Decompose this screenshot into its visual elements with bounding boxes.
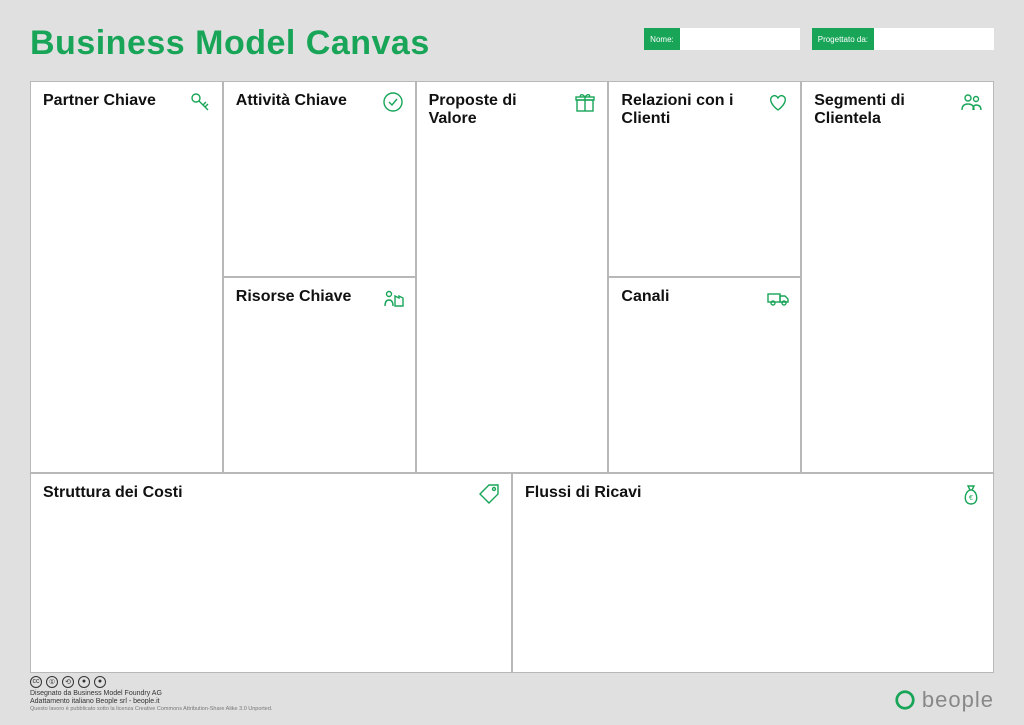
logo: beople: [894, 687, 994, 713]
truck-icon: [766, 286, 790, 310]
canvas-grid: Partner Chiave Attività Chiave Risorse C…: [30, 81, 994, 673]
cc-sa-badge: ⟲: [62, 676, 74, 688]
gift-icon: [573, 90, 597, 114]
block-title: Proposte di Valore: [429, 92, 554, 129]
cc-badge-5: ●: [94, 676, 106, 688]
block-title: Segmenti di Clientela: [814, 92, 939, 129]
block-cost-structure: Struttura dei Costi: [30, 473, 512, 673]
key-icon: [188, 90, 212, 114]
heart-icon: [766, 90, 790, 114]
factory-worker-icon: [381, 286, 405, 310]
meta-field-designedby: Progettato da:: [812, 28, 994, 50]
page-title: Business Model Canvas: [30, 24, 430, 63]
meta-designedby-label: Progettato da:: [812, 28, 874, 50]
cc-badge: cc: [30, 676, 42, 688]
meta-name-label: Nome:: [644, 28, 680, 50]
block-title: Struttura dei Costi: [43, 484, 385, 502]
block-key-partners: Partner Chiave: [30, 81, 223, 473]
meta-field-name: Nome:: [644, 28, 800, 50]
cc-badge-4: ●: [78, 676, 90, 688]
block-revenue-streams: Flussi di Ricavi €: [512, 473, 994, 673]
credit-line-2: Adattamento italiano Beople srl - beople…: [30, 698, 272, 706]
block-title: Canali: [621, 288, 746, 306]
money-bag-icon: €: [959, 482, 983, 506]
meta-designedby-input[interactable]: [874, 28, 994, 50]
cc-by-badge: ①: [46, 676, 58, 688]
block-customer-relationships: Relazioni con i Clienti: [608, 81, 801, 277]
check-circle-icon: [381, 90, 405, 114]
credit-line-3: Questo lavoro è pubblicato sotto la lice…: [30, 706, 272, 713]
credits-block: cc ① ⟲ ● ● Disegnato da Business Model F…: [30, 676, 272, 713]
credit-line-1: Disegnato da Business Model Foundry AG: [30, 690, 272, 698]
tag-icon: [477, 482, 501, 506]
cc-badges: cc ① ⟲ ● ●: [30, 676, 272, 688]
block-title: Attività Chiave: [236, 92, 361, 110]
block-channels: Canali: [608, 277, 801, 473]
footer: cc ① ⟲ ● ● Disegnato da Business Model F…: [0, 668, 1024, 725]
block-customer-segments: Segmenti di Clientela: [801, 81, 994, 473]
meta-name-input[interactable]: [680, 28, 800, 50]
meta-fields: Nome: Progettato da:: [644, 28, 994, 50]
block-title: Partner Chiave: [43, 92, 168, 110]
block-title: Risorse Chiave: [236, 288, 361, 306]
block-title: Relazioni con i Clienti: [621, 92, 746, 129]
logo-text: beople: [922, 687, 994, 713]
people-icon: [959, 90, 983, 114]
block-value-propositions: Proposte di Valore: [416, 81, 609, 473]
block-key-resources: Risorse Chiave: [223, 277, 416, 473]
logo-icon: [894, 689, 916, 711]
block-key-activities: Attività Chiave: [223, 81, 416, 277]
block-title: Flussi di Ricavi: [525, 484, 867, 502]
svg-text:€: €: [969, 495, 973, 502]
